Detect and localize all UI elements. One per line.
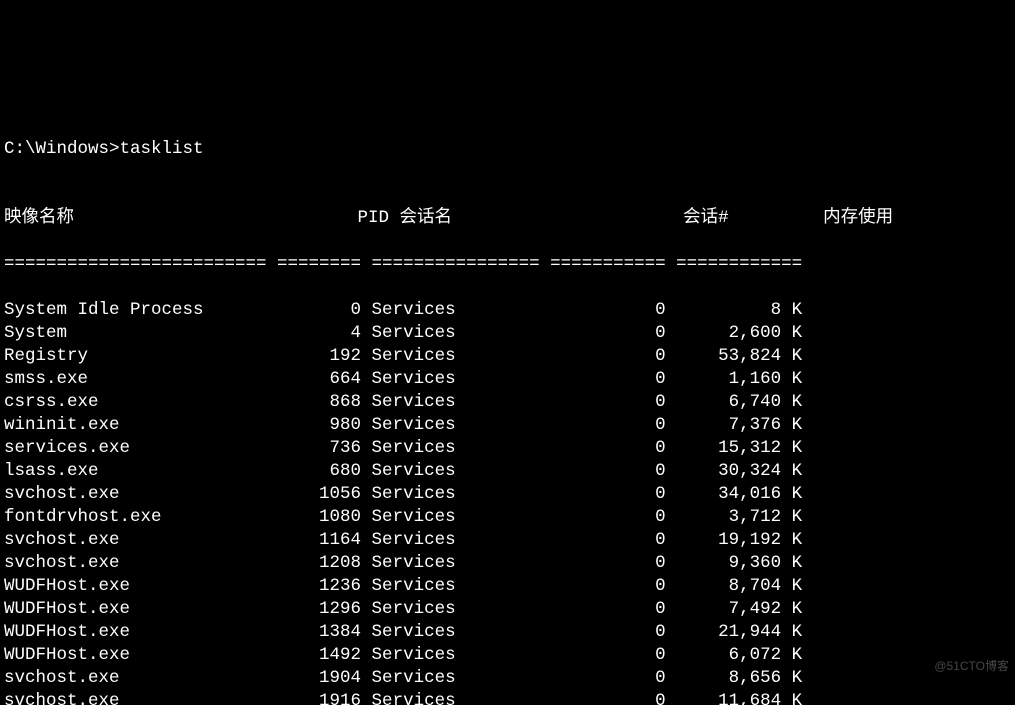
process-row: svchost.exe 1916 Services 0 11,684 K [4,690,1011,705]
process-row: services.exe 736 Services 0 15,312 K [4,437,1011,460]
process-rows: System Idle Process 0 Services 0 8 KSyst… [4,299,1011,705]
process-row: WUDFHost.exe 1296 Services 0 7,492 K [4,598,1011,621]
process-row: svchost.exe 1056 Services 0 34,016 K [4,483,1011,506]
process-row: System Idle Process 0 Services 0 8 K [4,299,1011,322]
process-row: fontdrvhost.exe 1080 Services 0 3,712 K [4,506,1011,529]
column-header-line: 映像名称 PID 会话名 会话# 内存使用 [4,207,1011,230]
process-row: svchost.exe 1164 Services 0 19,192 K [4,529,1011,552]
process-row: Registry 192 Services 0 53,824 K [4,345,1011,368]
process-row: WUDFHost.exe 1236 Services 0 8,704 K [4,575,1011,598]
watermark-text: @51CTO博客 [934,655,1009,678]
process-row: csrss.exe 868 Services 0 6,740 K [4,391,1011,414]
process-row: WUDFHost.exe 1384 Services 0 21,944 K [4,621,1011,644]
process-row: svchost.exe 1208 Services 0 9,360 K [4,552,1011,575]
separator-line: ========================= ======== =====… [4,253,1011,276]
process-row: svchost.exe 1904 Services 0 8,656 K [4,667,1011,690]
process-row: lsass.exe 680 Services 0 30,324 K [4,460,1011,483]
process-row: WUDFHost.exe 1492 Services 0 6,072 K [4,644,1011,667]
process-row: System 4 Services 0 2,600 K [4,322,1011,345]
terminal-window[interactable]: C:\Windows>tasklist 映像名称 PID 会话名 会话# 内存使… [0,115,1015,705]
command-prompt-line: C:\Windows>tasklist [4,138,1011,161]
process-row: smss.exe 664 Services 0 1,160 K [4,368,1011,391]
process-row: wininit.exe 980 Services 0 7,376 K [4,414,1011,437]
